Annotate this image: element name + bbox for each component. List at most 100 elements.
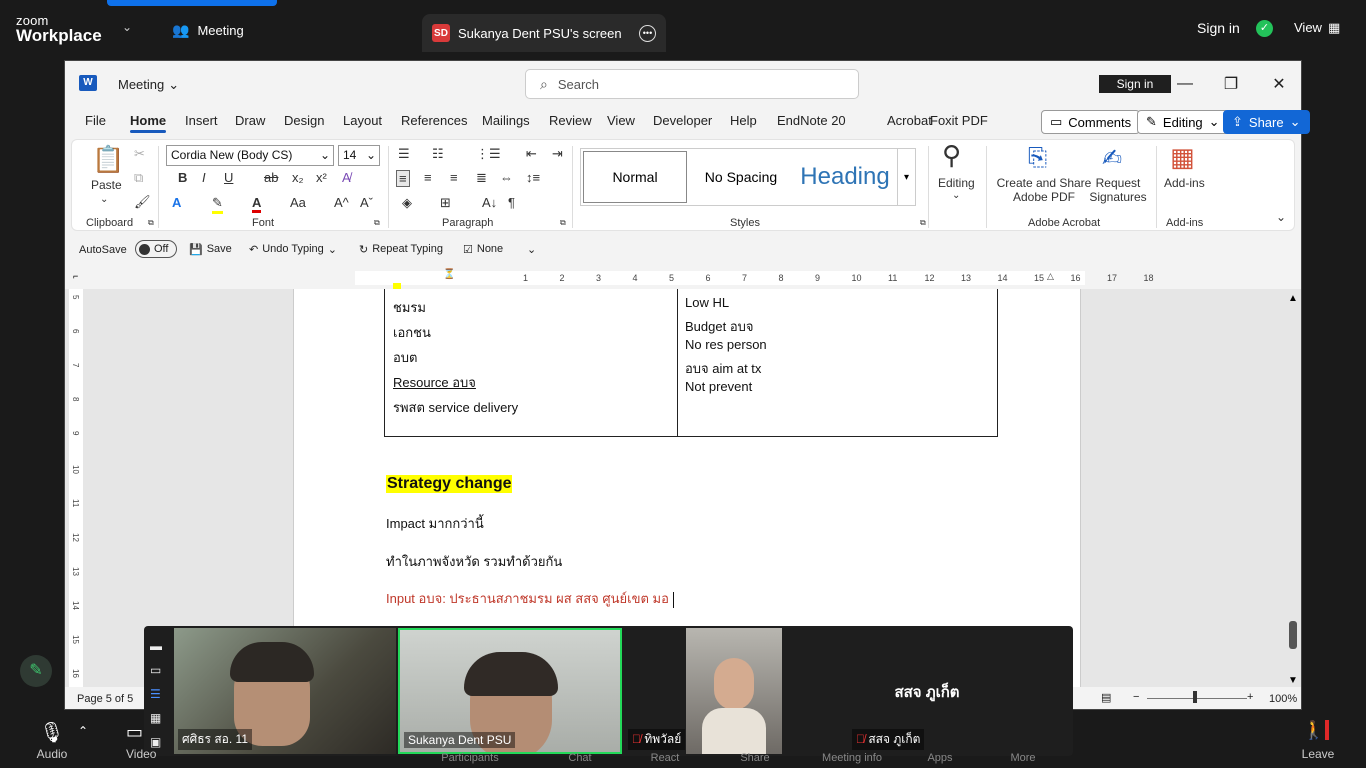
tab-help[interactable]: Help	[730, 113, 757, 128]
dialog-launcher-icon[interactable]: ⧉	[920, 218, 926, 228]
scroll-thumb[interactable]	[1289, 621, 1297, 649]
distributed-icon[interactable]: ⇔	[500, 170, 513, 185]
format-painter-icon[interactable]: 🖌	[134, 194, 151, 210]
bold-icon[interactable]: B	[178, 170, 187, 185]
tab-layout[interactable]: Layout	[343, 113, 382, 128]
align-right-icon[interactable]: ≡	[450, 170, 458, 185]
more-options-icon[interactable]: •••	[639, 24, 656, 42]
font-size-select[interactable]: 14 ⌄	[338, 145, 380, 166]
undo-button[interactable]: ↶ Undo Typing ⌄	[249, 243, 337, 256]
subscript-icon[interactable]: x₂	[292, 170, 304, 185]
single-view-icon[interactable]: ▭	[150, 658, 162, 682]
bullets-icon[interactable]: ☰	[398, 146, 410, 162]
create-pdf-icon[interactable]: ⎘	[1028, 144, 1047, 172]
add-ins-button[interactable]: Add-ins	[1164, 176, 1205, 190]
dialog-launcher-icon[interactable]: ⧉	[560, 218, 566, 228]
italic-icon[interactable]: I	[202, 170, 206, 185]
tab-acrobat[interactable]: Acrobat	[887, 113, 932, 128]
scroll-up-icon[interactable]: ▲	[1288, 293, 1298, 304]
vertical-scrollbar[interactable]: ▲ ▼	[1285, 289, 1301, 687]
shading-icon[interactable]: ◈	[402, 195, 412, 211]
none-button[interactable]: ☑ None	[463, 243, 503, 256]
tab-endnote-20[interactable]: EndNote 20	[777, 113, 846, 128]
indent-marker-icon[interactable]: ⏳	[443, 269, 455, 280]
tab-foxit-pdf[interactable]: Foxit PDF	[930, 113, 988, 128]
clear-formatting-icon[interactable]: A̸	[342, 170, 351, 185]
participant-tile[interactable]: 🎙̸ ทิพวัลย์	[624, 628, 782, 754]
active-speaker-tile[interactable]: Sukanya Dent PSU	[398, 628, 622, 754]
align-center-icon[interactable]: ≡	[424, 170, 432, 185]
share-screen-button[interactable]: Share	[730, 752, 780, 764]
autosave-toggle[interactable]: Off	[135, 240, 177, 258]
zoom-in-icon[interactable]: +	[1247, 691, 1253, 703]
editing-group-button[interactable]: Editing	[938, 176, 975, 190]
annotate-icon[interactable]: ✎	[20, 655, 52, 687]
minimize-icon[interactable]: —	[1165, 69, 1205, 99]
decrease-indent-icon[interactable]: ⇤	[526, 146, 537, 162]
screen-share-tab[interactable]: SD Sukanya Dent PSU's screen •••	[422, 14, 666, 52]
tab-insert[interactable]: Insert	[185, 113, 218, 128]
style-heading[interactable]: Heading	[795, 151, 895, 203]
borders-icon[interactable]: ⊞	[440, 195, 451, 211]
audio-button[interactable]: Audio	[30, 747, 74, 761]
tab-references[interactable]: References	[401, 113, 467, 128]
paste-button[interactable]: Paste	[91, 178, 122, 192]
video-icon[interactable]: ▭	[126, 722, 143, 743]
document-title-menu[interactable]: Meeting ⌄	[118, 77, 179, 93]
dialog-launcher-icon[interactable]: ⧉	[148, 218, 154, 228]
word-sign-in-button[interactable]: Sign in	[1099, 75, 1171, 93]
numbering-icon[interactable]: ☷	[432, 146, 444, 162]
video-layout-controls[interactable]: ▬ ▭ ☰ ▦ ▣	[150, 634, 162, 754]
increase-indent-icon[interactable]: ⇥	[552, 146, 563, 162]
tab-mailings[interactable]: Mailings	[482, 113, 530, 128]
find-icon[interactable]: ⚲	[942, 140, 961, 171]
tab-view[interactable]: View	[607, 113, 635, 128]
meeting-tab[interactable]: 👥 Meeting	[172, 22, 244, 39]
font-color-icon[interactable]: A	[252, 195, 262, 213]
meeting-info-button[interactable]: Meeting info	[810, 752, 894, 764]
editing-mode-button[interactable]: ✎ Editing ⌄	[1137, 110, 1229, 134]
zoom-percentage[interactable]: 100%	[1269, 693, 1297, 705]
microphone-icon[interactable]: 🎙	[30, 720, 74, 745]
leave-icon[interactable]: 🚶	[1300, 720, 1332, 741]
request-signatures-button[interactable]: Request Signatures	[1086, 176, 1150, 204]
react-button[interactable]: React	[640, 752, 690, 764]
superscript-icon[interactable]: x²	[316, 170, 327, 185]
highlight-icon[interactable]: ✎	[212, 195, 223, 214]
line-spacing-icon[interactable]: ↕≡	[526, 170, 540, 185]
tab-selector-icon[interactable]: ⌐	[73, 271, 78, 281]
scroll-down-icon[interactable]: ▼	[1288, 675, 1298, 686]
add-ins-icon[interactable]: ▦	[1170, 142, 1195, 173]
more-button[interactable]: More	[1000, 752, 1046, 764]
tab-developer[interactable]: Developer	[653, 113, 712, 128]
right-indent-marker-icon[interactable]: △	[1047, 271, 1054, 282]
leave-button[interactable]: Leave	[1296, 747, 1340, 761]
align-left-icon[interactable]: ≡	[396, 170, 410, 187]
word-search-box[interactable]: ⌕ Search	[525, 69, 859, 99]
customize-qat-icon[interactable]: ⌄	[527, 243, 536, 256]
style-normal[interactable]: Normal	[583, 151, 687, 203]
underline-icon[interactable]: U	[224, 170, 233, 185]
dialog-launcher-icon[interactable]: ⧉	[374, 218, 380, 228]
tab-home[interactable]: Home	[130, 113, 167, 133]
zoom-slider[interactable]	[1147, 698, 1247, 699]
sort-icon[interactable]: A↓	[482, 195, 497, 210]
participant-tile[interactable]: สสจ ภูเก็ต 🎙̸ สสจ ภูเก็ต	[784, 628, 1070, 754]
grow-font-icon[interactable]: A^	[334, 195, 349, 210]
tab-review[interactable]: Review	[549, 113, 592, 128]
save-button[interactable]: 💾 Save	[189, 243, 232, 256]
participants-button[interactable]: Participants	[430, 752, 510, 764]
page-count[interactable]: Page 5 of 5	[77, 693, 133, 705]
copy-icon[interactable]: ⧉	[134, 170, 143, 186]
audio-options-icon[interactable]: ⌃	[78, 724, 88, 738]
web-layout-icon[interactable]: ▤	[1101, 691, 1111, 704]
close-icon[interactable]: ✕	[1259, 69, 1299, 99]
zoom-sign-in[interactable]: Sign in	[1197, 20, 1240, 36]
style-no-spacing[interactable]: No Spacing	[689, 151, 793, 203]
chat-button[interactable]: Chat	[560, 752, 600, 764]
video-button[interactable]: Video	[126, 747, 166, 761]
text-effects-icon[interactable]: A	[172, 195, 181, 210]
zoom-slider-thumb[interactable]	[1193, 691, 1197, 703]
strip-view-icon[interactable]: ☰	[150, 682, 162, 706]
tab-draw[interactable]: Draw	[235, 113, 265, 128]
